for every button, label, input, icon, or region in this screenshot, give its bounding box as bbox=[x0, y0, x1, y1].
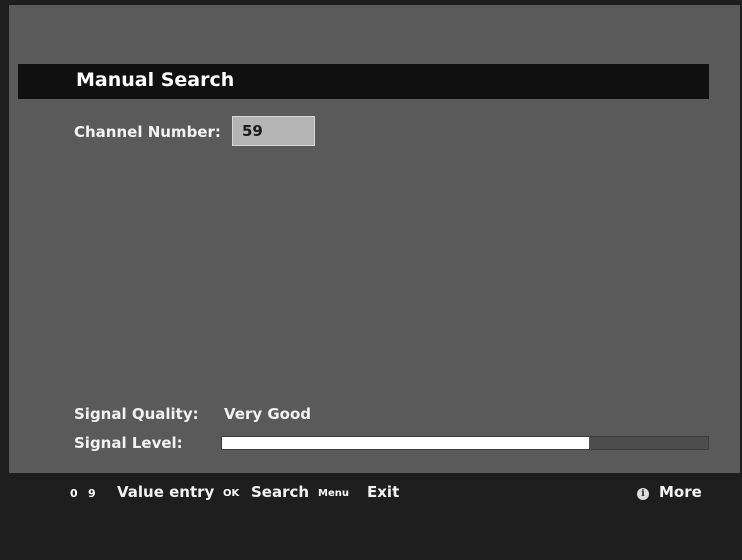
menu-key-icon: Menu bbox=[318, 488, 349, 499]
title-bar: Manual Search bbox=[18, 64, 709, 99]
signal-level-bar bbox=[221, 436, 709, 450]
info-icon: i bbox=[637, 488, 649, 500]
key-nine-icon: 9 bbox=[88, 487, 96, 500]
signal-level-label: Signal Level: bbox=[74, 434, 183, 452]
ok-key-icon: OK bbox=[223, 488, 240, 499]
menu-panel: Manual Search Channel Number: 59 Signal … bbox=[9, 5, 740, 473]
tv-screen: Manual Search Channel Number: 59 Signal … bbox=[0, 0, 742, 560]
channel-number-field[interactable]: 59 bbox=[232, 116, 315, 146]
more-hint: More bbox=[659, 483, 702, 501]
key-zero-icon: 0 bbox=[70, 487, 78, 500]
channel-number-label: Channel Number: bbox=[74, 123, 221, 141]
page-title: Manual Search bbox=[76, 69, 235, 91]
value-entry-hint: Value entry bbox=[117, 483, 215, 501]
footer-hint-bar: 0 9 Value entry OK Search Menu Exit i Mo… bbox=[9, 473, 740, 560]
signal-quality-value: Very Good bbox=[224, 405, 312, 423]
exit-hint: Exit bbox=[367, 483, 400, 501]
signal-quality-label: Signal Quality: bbox=[74, 405, 199, 423]
signal-level-fill bbox=[222, 437, 589, 449]
search-hint: Search bbox=[251, 483, 310, 501]
